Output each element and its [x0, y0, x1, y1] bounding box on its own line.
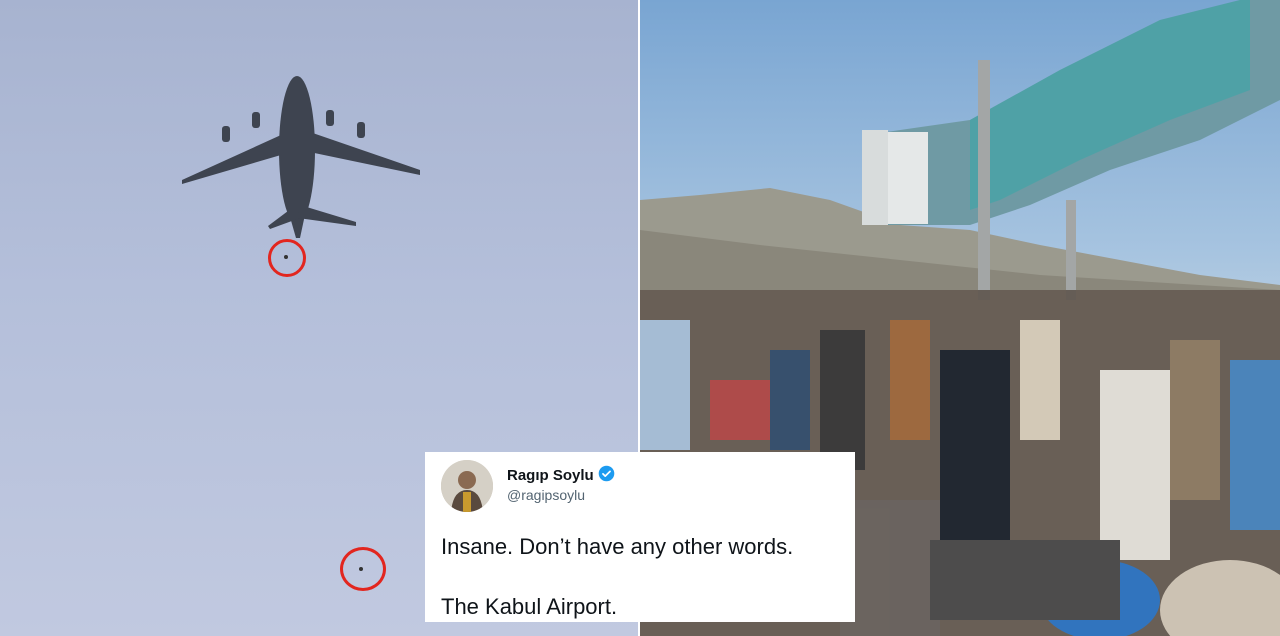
tweet-text-line1: Insane. Don’t have any other words. [441, 534, 794, 559]
verified-badge-icon [598, 465, 614, 482]
tweet-text: Insane. Don’t have any other words. The … [441, 532, 793, 622]
avatar[interactable] [441, 460, 493, 512]
falling-figure-lower [359, 567, 363, 571]
falling-figure-upper [284, 255, 288, 259]
author-name[interactable]: Ragıp Soylu [507, 465, 615, 484]
author-handle[interactable]: @ragipsoylu [507, 487, 585, 503]
author-name-text[interactable]: Ragıp Soylu [507, 467, 594, 484]
tweet-text-line2: The Kabul Airport. [441, 594, 618, 619]
highlight-circle-lower [340, 547, 386, 591]
profile-photo-icon [441, 460, 493, 512]
tweet-card[interactable]: Ragıp Soylu @ragipsoylu Insane. Don’t ha… [425, 452, 855, 622]
